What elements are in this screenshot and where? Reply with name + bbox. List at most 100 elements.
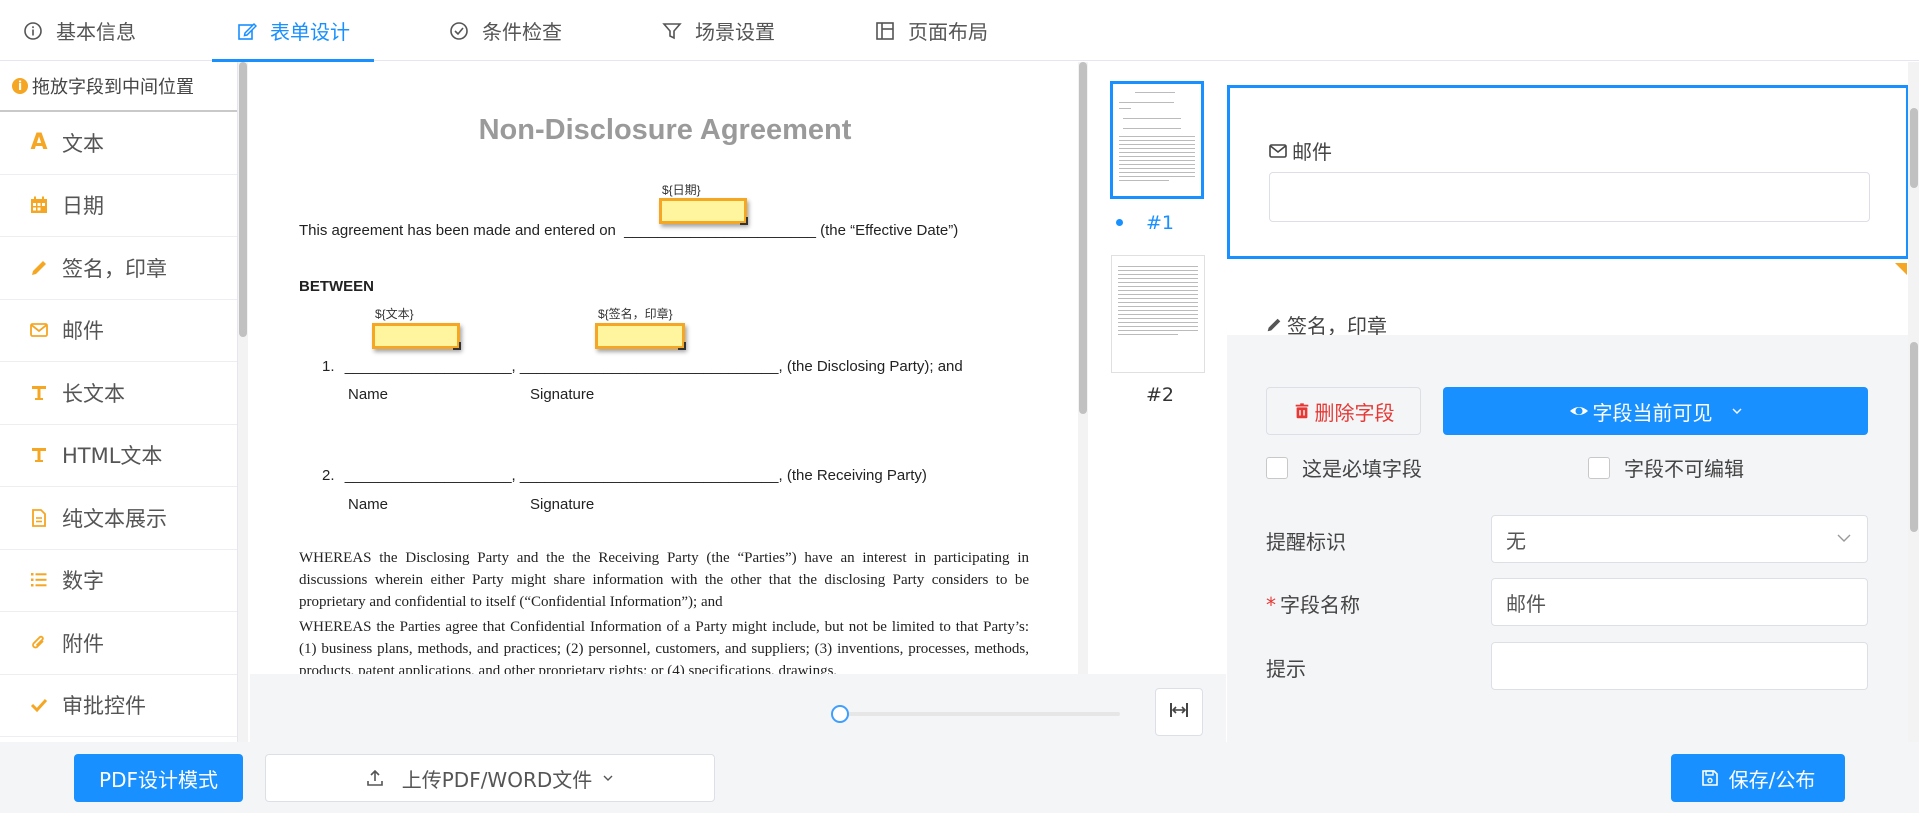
save-icon bbox=[1701, 769, 1719, 787]
tab-basic-info[interactable]: 基本信息 bbox=[22, 0, 136, 61]
chevron-down-icon bbox=[1731, 405, 1743, 417]
document-scrollbar[interactable] bbox=[1078, 62, 1088, 674]
palette-hint: i 拖放字段到中间位置 bbox=[0, 62, 237, 112]
page-thumbnail-label-2: #2 bbox=[1146, 384, 1175, 406]
palette-item-approval[interactable]: 审批控件 bbox=[0, 675, 237, 737]
palette-item-email[interactable]: 邮件 bbox=[0, 300, 237, 362]
palette-item-label: HTML文本 bbox=[62, 444, 163, 469]
palette-item-attachment[interactable]: 附件 bbox=[0, 612, 237, 675]
readonly-field-checkbox[interactable]: 字段不可编辑 bbox=[1588, 453, 1744, 482]
pencil-icon bbox=[28, 258, 50, 278]
checkmark-icon bbox=[28, 695, 50, 715]
preview-field-label: 邮件 bbox=[1268, 136, 1332, 165]
field-name-input[interactable] bbox=[1491, 578, 1868, 626]
html-text-icon bbox=[28, 445, 50, 465]
between-heading: BETWEEN bbox=[299, 278, 374, 295]
field-label-date: ${日期} bbox=[662, 183, 701, 197]
palette-item-label: 长文本 bbox=[62, 381, 125, 406]
palette-item-long-text[interactable]: 长文本 bbox=[0, 362, 237, 425]
hint-input[interactable] bbox=[1491, 642, 1868, 690]
whereas-paragraph-2: WHEREAS the Parties agree that Confident… bbox=[299, 619, 1029, 674]
palette-item-date[interactable]: 日期 bbox=[0, 175, 237, 237]
field-palette: i 拖放字段到中间位置 A 文本 日期 签名，印章 邮件 长文本 HTML文本 … bbox=[0, 62, 238, 742]
tab-label: 条件检查 bbox=[482, 20, 562, 44]
placed-field-signature[interactable] bbox=[595, 323, 686, 350]
zoom-slider-handle[interactable] bbox=[831, 705, 849, 723]
bottom-action-bar: PDF设计模式 上传PDF/WORD文件 保存/公布 bbox=[0, 742, 1919, 813]
save-publish-button[interactable]: 保存/公布 bbox=[1671, 754, 1845, 802]
properties-form: 删除字段 字段当前可见 这是必填字段 字段不可编辑 提醒标识 无 *字段名称 bbox=[1227, 335, 1908, 742]
party2-name-label: Name bbox=[348, 496, 389, 513]
party1-signature-label: Signature bbox=[530, 386, 595, 403]
tab-condition-check[interactable]: 条件检查 bbox=[448, 0, 562, 61]
palette-item-label: 纯文本展示 bbox=[62, 506, 167, 531]
fit-width-icon bbox=[1168, 699, 1190, 725]
page-thumbnail-2[interactable] bbox=[1111, 255, 1205, 373]
page-thumbnails: #1 #2 bbox=[1090, 62, 1226, 674]
required-field-checkbox[interactable]: 这是必填字段 bbox=[1266, 453, 1422, 482]
app-root: 基本信息 表单设计 条件检查 场景设置 页面布局 i 拖放字段到中间位置 A 文… bbox=[0, 0, 1919, 813]
paperclip-icon bbox=[28, 633, 50, 653]
info-circle-icon bbox=[22, 20, 44, 42]
palette-item-html-text[interactable]: HTML文本 bbox=[0, 425, 237, 487]
tab-page-layout[interactable]: 页面布局 bbox=[874, 0, 988, 61]
palette-item-text[interactable]: A 文本 bbox=[0, 112, 237, 175]
field-visibility-dropdown[interactable]: 字段当前可见 bbox=[1443, 387, 1868, 435]
zoom-bar bbox=[250, 674, 1226, 742]
tab-label: 表单设计 bbox=[270, 20, 350, 44]
palette-hint-text: 拖放字段到中间位置 bbox=[32, 77, 194, 98]
field-label-text: ${文本} bbox=[375, 307, 414, 321]
upload-file-dropdown[interactable]: 上传PDF/WORD文件 bbox=[265, 754, 715, 802]
palette-scrollbar[interactable] bbox=[238, 62, 248, 742]
palette-item-label: 邮件 bbox=[62, 319, 104, 344]
document-canvas[interactable]: Non-Disclosure Agreement ${日期} This agre… bbox=[250, 62, 1080, 674]
document-title: Non-Disclosure Agreement bbox=[478, 114, 852, 146]
properties-scrollbar[interactable] bbox=[1908, 62, 1919, 742]
party2-signature-label: Signature bbox=[530, 496, 595, 513]
tab-label: 基本信息 bbox=[56, 20, 136, 44]
edit-icon bbox=[236, 20, 258, 42]
hint-label: 提示 bbox=[1266, 657, 1306, 681]
palette-item-label: 文本 bbox=[62, 131, 104, 156]
tab-form-design[interactable]: 表单设计 bbox=[212, 0, 374, 62]
palette-item-label: 审批控件 bbox=[62, 694, 146, 719]
field-name-label: * 字段名称 bbox=[1266, 593, 1360, 617]
eye-icon bbox=[1569, 401, 1589, 421]
pdf-design-mode-button[interactable]: PDF设计模式 bbox=[74, 754, 243, 802]
text-icon: A bbox=[30, 130, 48, 156]
trash-icon bbox=[1293, 402, 1311, 420]
envelope-icon bbox=[1268, 141, 1288, 161]
selected-field-preview[interactable]: 邮件 bbox=[1227, 85, 1909, 259]
palette-item-plain-text[interactable]: 纯文本展示 bbox=[0, 487, 237, 550]
zoom-slider-track[interactable] bbox=[840, 712, 1120, 716]
top-tab-bar: 基本信息 表单设计 条件检查 场景设置 页面布局 bbox=[0, 0, 1919, 62]
placed-field-date[interactable] bbox=[659, 198, 748, 225]
reminder-select[interactable]: 无 bbox=[1491, 515, 1868, 563]
tab-label: 页面布局 bbox=[908, 20, 988, 44]
file-text-icon bbox=[28, 508, 50, 528]
chevron-down-icon bbox=[1835, 528, 1853, 552]
calendar-icon bbox=[28, 195, 50, 215]
long-text-icon bbox=[28, 383, 50, 403]
info-icon: i bbox=[12, 78, 28, 94]
party1-name-label: Name bbox=[348, 386, 389, 403]
palette-item-label: 签名，印章 bbox=[62, 256, 167, 281]
tab-label: 场景设置 bbox=[695, 20, 775, 44]
fit-width-button[interactable] bbox=[1155, 688, 1203, 736]
layout-icon bbox=[874, 20, 896, 42]
tab-scene-settings[interactable]: 场景设置 bbox=[661, 0, 775, 61]
page-thumbnail-1[interactable] bbox=[1110, 81, 1204, 199]
placed-field-text[interactable] bbox=[372, 323, 461, 350]
palette-item-signature[interactable]: 签名，印章 bbox=[0, 237, 237, 300]
current-page-dot bbox=[1116, 219, 1123, 226]
reminder-label: 提醒标识 bbox=[1266, 530, 1346, 554]
check-circle-icon bbox=[448, 20, 470, 42]
palette-item-number[interactable]: 数字 bbox=[0, 550, 237, 612]
palette-item-label: 数字 bbox=[62, 569, 104, 594]
delete-field-button[interactable]: 删除字段 bbox=[1266, 387, 1421, 435]
envelope-icon bbox=[28, 320, 50, 340]
resize-corner-marker bbox=[1895, 263, 1907, 275]
effective-line: This agreement has been made and entered… bbox=[299, 222, 959, 239]
list-number-icon bbox=[28, 570, 50, 590]
preview-email-input[interactable] bbox=[1269, 172, 1870, 222]
